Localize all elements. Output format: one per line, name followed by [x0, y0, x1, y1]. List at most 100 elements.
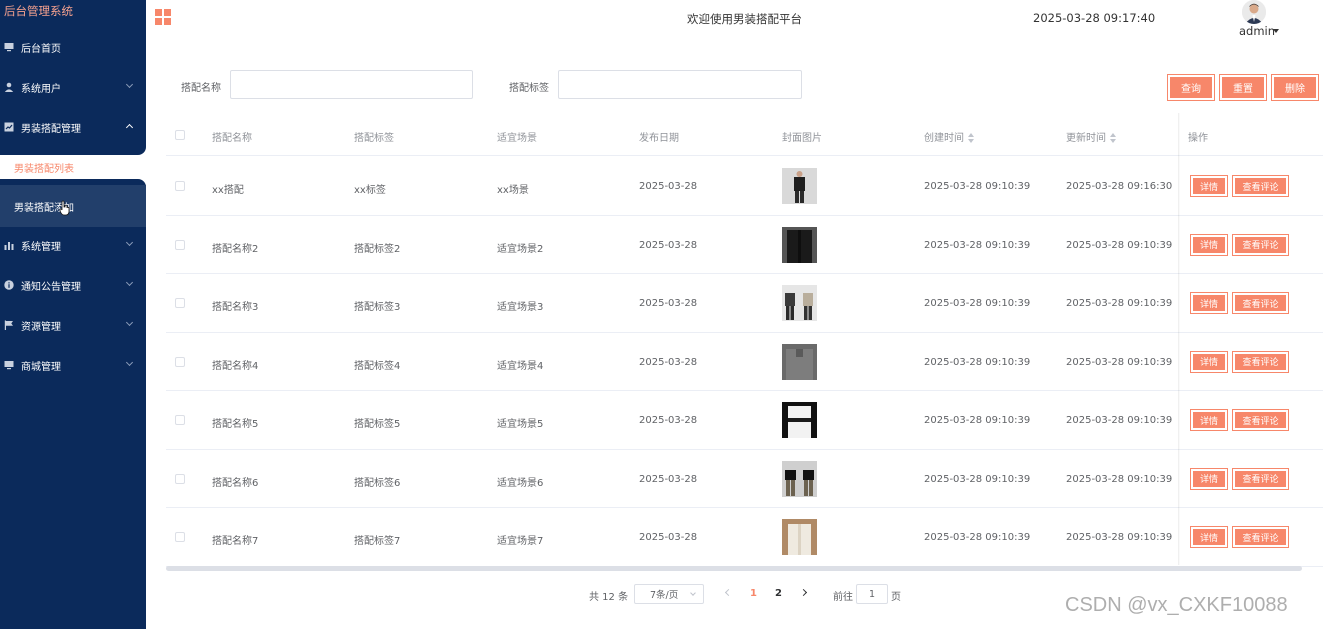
sidebar-item-label: 系统管理 [21, 241, 61, 253]
prev-page-icon[interactable] [724, 588, 733, 597]
table-row: 搭配名称6 搭配标签6 适宜场景6 2025-03-28 2025-03-28 09:1… [166, 450, 1323, 508]
view-comments-button[interactable]: 查看评论 [1232, 233, 1289, 256]
cover-image[interactable] [782, 226, 817, 263]
next-page-icon[interactable] [799, 588, 808, 597]
sidebar: 后台管理系统 后台首页 系统用户 男装搭配管理 男装搭配列表 男装搭配添加 系统… [0, 0, 146, 629]
table-row: 搭配名称7 搭配标签7 适宜场景7 2025-03-28 2025-03-28 09:1… [166, 508, 1323, 567]
watermark: CSDN @vx_CXKF10088 [1065, 594, 1288, 616]
cell-scene: 适宜场景4 [497, 360, 544, 372]
sidebar-item-label: 资源管理 [21, 321, 61, 333]
cell-scene: 适宜场景3 [497, 302, 544, 313]
cover-image[interactable] [782, 285, 817, 321]
cell-created: 2025-03-28 09:10:39 [924, 473, 1031, 485]
cell-updated: 2025-03-28 09:16:30 [1066, 181, 1173, 192]
sidebar-item-label: 男装搭配管理 [21, 123, 81, 135]
column-header-cover: 封面图片 [782, 133, 822, 144]
sidebar-subitem-outfit-add[interactable]: 男装搭配添加 [0, 185, 146, 227]
view-comments-button[interactable]: 查看评论 [1232, 292, 1289, 314]
outfit-tag-input[interactable] [558, 70, 802, 99]
sidebar-item-label: 商城管理 [21, 361, 61, 373]
bar-chart-icon [4, 240, 14, 250]
detail-button[interactable]: 详情 [1190, 409, 1228, 431]
page-size-select[interactable]: 7条/页 [634, 584, 704, 604]
outfit-name-input[interactable] [230, 70, 473, 99]
row-checkbox[interactable] [175, 181, 185, 191]
detail-button[interactable]: 详情 [1190, 526, 1228, 548]
column-header-updated[interactable]: 更新时间 [1066, 129, 1117, 144]
table-row: 搭配名称2 搭配标签2 适宜场景2 2025-03-28 2025-03-28 09:1… [166, 216, 1323, 274]
cell-updated: 2025-03-28 09:10:39 [1066, 239, 1173, 251]
table-row: 搭配名称5 搭配标签5 适宜场景5 2025-03-28 2025-03-28 09:1… [166, 391, 1323, 450]
cover-image[interactable] [782, 402, 817, 438]
cell-scene: 适宜场景2 [497, 243, 544, 255]
cell-name: 搭配名称4 [212, 360, 259, 372]
cover-image[interactable] [782, 343, 817, 380]
cell-tag: xx标签 [354, 185, 386, 196]
cell-updated: 2025-03-28 09:10:39 [1066, 415, 1173, 426]
row-checkbox[interactable] [175, 532, 185, 542]
avatar[interactable] [1242, 0, 1266, 24]
select-all-checkbox[interactable] [175, 130, 185, 140]
page-2[interactable]: 2 [775, 588, 782, 599]
monitor-icon [4, 42, 14, 52]
sidebar-item-outfit-management[interactable]: 男装搭配管理 [0, 112, 146, 142]
sidebar-item-shop[interactable]: 商城管理 [0, 350, 146, 380]
sort-icon[interactable] [1109, 133, 1117, 143]
query-button[interactable]: 查询 [1167, 74, 1215, 101]
view-comments-button[interactable]: 查看评论 [1232, 409, 1289, 431]
cover-image[interactable] [782, 519, 817, 555]
user-menu[interactable]: admin [1239, 24, 1275, 38]
outfit-tag-label: 搭配标签 [509, 83, 549, 94]
goto-page-input[interactable] [856, 584, 888, 604]
column-header-created[interactable]: 创建时间 [924, 129, 975, 144]
pagination-total: 共 12 条 [589, 592, 629, 603]
sidebar-item-notice[interactable]: 通知公告管理 [0, 270, 146, 300]
chevron-down-icon [125, 278, 134, 287]
view-comments-button[interactable]: 查看评论 [1232, 526, 1289, 548]
cell-name: xx搭配 [212, 185, 244, 196]
row-checkbox[interactable] [175, 356, 185, 367]
cell-name: 搭配名称3 [212, 302, 259, 313]
cell-created: 2025-03-28 09:10:39 [924, 415, 1031, 426]
cell-created: 2025-03-28 09:10:39 [924, 532, 1031, 543]
cell-name: 搭配名称5 [212, 419, 259, 430]
column-header-date: 发布日期 [639, 133, 679, 144]
detail-button[interactable]: 详情 [1190, 292, 1228, 314]
sidebar-subitem-outfit-list[interactable]: 男装搭配列表 [0, 155, 146, 179]
delete-button[interactable]: 删除 [1271, 74, 1319, 101]
column-header-actions: 操作 [1188, 133, 1208, 144]
sidebar-item-users[interactable]: 系统用户 [0, 72, 146, 102]
submenu-top-cap [0, 140, 146, 155]
view-comments-button[interactable]: 查看评论 [1232, 467, 1289, 490]
sidebar-item-resources[interactable]: 资源管理 [0, 310, 146, 340]
column-header-tag: 搭配标签 [354, 133, 394, 144]
view-comments-button[interactable]: 查看评论 [1232, 350, 1289, 373]
row-checkbox[interactable] [175, 473, 185, 484]
chevron-down-icon [125, 80, 134, 89]
detail-button[interactable]: 详情 [1190, 175, 1228, 197]
cover-image[interactable] [782, 168, 817, 204]
cell-tag: 搭配标签2 [354, 243, 401, 255]
chevron-down-icon [125, 318, 134, 327]
current-datetime: 2025-03-28 09:17:40 [1033, 11, 1156, 25]
detail-button[interactable]: 详情 [1190, 350, 1228, 373]
reset-button[interactable]: 重置 [1219, 74, 1267, 101]
sort-icon[interactable] [967, 133, 975, 143]
row-checkbox[interactable] [175, 298, 185, 308]
cell-tag: 搭配标签5 [354, 419, 401, 430]
row-checkbox[interactable] [175, 415, 185, 425]
sidebar-item-home[interactable]: 后台首页 [0, 32, 146, 62]
view-comments-button[interactable]: 查看评论 [1232, 175, 1289, 197]
cell-date: 2025-03-28 [639, 473, 698, 485]
column-header-name: 搭配名称 [212, 133, 252, 144]
cover-image[interactable] [782, 460, 817, 497]
caret-down-icon[interactable] [1273, 29, 1279, 33]
sidebar-item-system[interactable]: 系统管理 [0, 230, 146, 260]
menu-toggle-grid-icon[interactable] [155, 9, 171, 25]
page-1[interactable]: 1 [750, 588, 757, 599]
cell-name: 搭配名称7 [212, 536, 259, 547]
row-checkbox[interactable] [175, 239, 185, 250]
horizontal-scrollbar[interactable] [166, 566, 1302, 571]
detail-button[interactable]: 详情 [1190, 233, 1228, 256]
detail-button[interactable]: 详情 [1190, 467, 1228, 490]
